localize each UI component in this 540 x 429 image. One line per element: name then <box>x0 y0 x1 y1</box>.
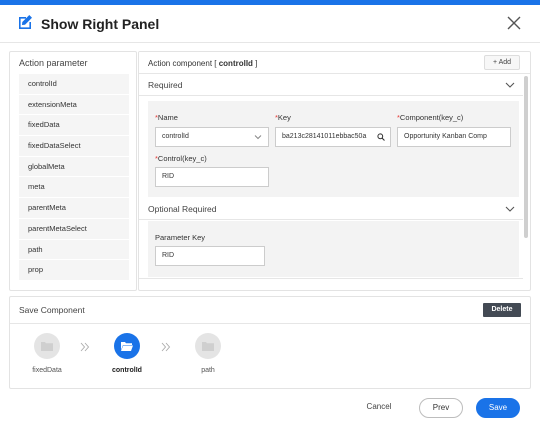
list-item-parentMetaSelect[interactable]: parentMetaSelect <box>19 218 129 240</box>
action-component-title: Action component [ controlId ] <box>148 59 257 68</box>
dialog-header: Show Right Panel <box>0 5 540 43</box>
action-component-panel: Action component [ controlId ] + Add Req… <box>138 51 531 291</box>
next-section-header[interactable] <box>139 278 523 290</box>
show-right-panel-dialog: Show Right Panel Action parameter contro… <box>0 5 540 429</box>
step-circle <box>195 333 221 359</box>
list-item-controlId[interactable]: controlId <box>19 74 129 95</box>
optional-section-header[interactable]: Optional Required <box>139 198 523 220</box>
step-path[interactable]: path <box>188 333 228 374</box>
key-input-value: ba213c28141011ebbac50a <box>282 133 367 140</box>
action-component-title-suffix: ] <box>255 59 258 68</box>
action-parameter-panel: Action parameter controlId extensionMeta… <box>9 51 137 291</box>
action-component-title-value: controlId <box>218 59 253 68</box>
save-component-panel: Save Component Delete fixedData controlI… <box>9 296 531 389</box>
chevron-down-icon <box>505 206 515 212</box>
name-select-value: controlId <box>162 133 189 140</box>
component-input[interactable]: Opportunity Kanban Comp <box>397 127 511 147</box>
divider <box>10 323 530 324</box>
edit-icon <box>19 15 32 29</box>
step-fixedData[interactable]: fixedData <box>27 333 67 374</box>
control-label: *Control(key_c) <box>155 154 207 163</box>
name-label: *Name <box>155 113 178 122</box>
cancel-button[interactable]: Cancel <box>361 398 397 418</box>
double-chevron-right-icon <box>80 342 90 352</box>
step-label: path <box>201 367 215 374</box>
optional-section-label: Optional Required <box>148 204 217 214</box>
step-controlId[interactable]: controlId <box>107 333 147 374</box>
save-button[interactable]: Save <box>476 398 520 418</box>
required-section-body: *Name controlId *Key ba213c28141011ebbac… <box>148 101 519 197</box>
search-icon[interactable] <box>377 133 385 141</box>
chevron-down-icon <box>505 82 515 88</box>
step-label: fixedData <box>32 367 62 374</box>
close-icon[interactable] <box>506 15 522 31</box>
list-item-fixedDataSelect[interactable]: fixedDataSelect <box>19 136 129 157</box>
folder-icon <box>41 342 53 351</box>
parameter-key-label: Parameter Key <box>155 233 206 242</box>
delete-button[interactable]: Delete <box>483 303 521 317</box>
list-item-prop[interactable]: prop <box>19 260 129 281</box>
required-section-header[interactable]: Required <box>139 74 523 96</box>
double-chevron-right-icon <box>161 342 171 352</box>
list-item-extensionMeta[interactable]: extensionMeta <box>19 94 129 116</box>
action-parameter-list: controlId extensionMeta fixedData fixedD… <box>19 74 129 281</box>
chevron-down-icon <box>254 135 262 140</box>
list-item-path[interactable]: path <box>19 239 129 261</box>
list-item-fixedData[interactable]: fixedData <box>19 115 129 137</box>
list-item-globalMeta[interactable]: globalMeta <box>19 156 129 178</box>
parameter-key-input[interactable]: RID <box>155 246 265 266</box>
folder-icon <box>202 342 214 351</box>
key-label: *Key <box>275 113 291 122</box>
component-label: *Component(key_c) <box>397 113 464 122</box>
control-input[interactable]: RID <box>155 167 269 187</box>
action-component-title-prefix: Action component [ <box>148 59 217 68</box>
required-section-label: Required <box>148 80 183 90</box>
add-button[interactable]: + Add <box>484 55 520 70</box>
left-scrollbar[interactable] <box>136 74 137 174</box>
optional-section-body: Parameter Key RID <box>148 221 519 277</box>
dialog-title: Show Right Panel <box>41 16 160 32</box>
action-component-header: Action component [ controlId ] + Add <box>139 52 530 74</box>
list-item-parentMeta[interactable]: parentMeta <box>19 198 129 219</box>
key-input[interactable]: ba213c28141011ebbac50a <box>275 127 391 147</box>
action-parameter-title: Action parameter <box>19 58 88 68</box>
save-component-title: Save Component <box>19 305 85 315</box>
step-circle <box>34 333 60 359</box>
list-item-meta[interactable]: meta <box>19 177 129 199</box>
step-circle-active <box>114 333 140 359</box>
step-label: controlId <box>112 367 142 374</box>
right-scrollbar[interactable] <box>524 76 528 238</box>
folder-open-icon <box>121 342 133 351</box>
prev-button[interactable]: Prev <box>419 398 463 418</box>
name-select[interactable]: controlId <box>155 127 269 147</box>
